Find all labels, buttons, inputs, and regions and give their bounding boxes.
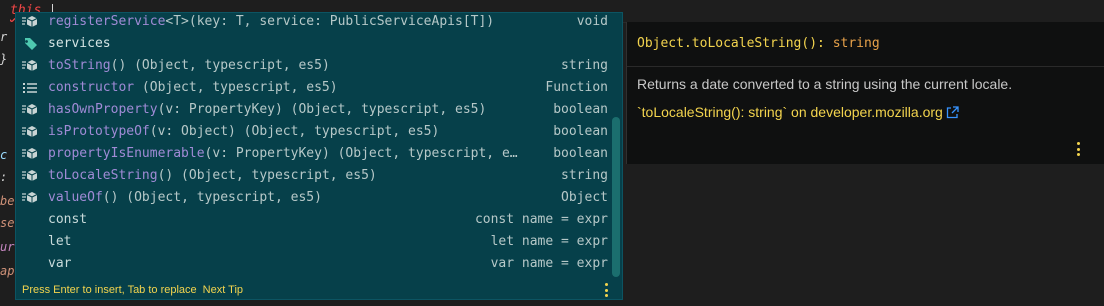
more-actions-icon[interactable] (605, 283, 608, 297)
suggestion-name: toLocaleString (48, 168, 158, 183)
suggestion-type: let name = expr (490, 234, 608, 249)
suggestion-item[interactable]: constructor (Object, typescript, es5) Fu… (16, 77, 622, 99)
status-text: Press Enter to insert, Tab to replace (22, 284, 197, 296)
suggestion-name: toString (48, 58, 111, 73)
suggestion-signature: () (Object, typescript, es5) (157, 168, 377, 183)
gutter-fragment: r (0, 30, 8, 44)
suggestion-type: boolean (553, 146, 608, 161)
suggestion-name: constructor (48, 80, 135, 95)
list-icon (22, 81, 38, 95)
gutter-fragment: c (0, 148, 8, 162)
suggestion-item[interactable]: registerService<T>(key: T, service: Publ… (16, 13, 622, 33)
suggestion-name: services (48, 36, 111, 51)
suggestion-item[interactable]: services (16, 33, 622, 55)
suggest-widget[interactable]: registerService<T>(key: T, service: Publ… (15, 12, 623, 300)
suggest-scrollbar[interactable] (612, 117, 620, 277)
gutter-fragment: se (0, 216, 15, 230)
suggestion-signature: (v: PropertyKey) (Object, typescript, es… (157, 102, 487, 117)
suggestion-item[interactable]: isPrototypeOf(v: Object) (Object, typesc… (16, 121, 622, 143)
signature-parens: (): (801, 36, 833, 51)
gutter-fragment: be (0, 194, 15, 208)
suggestion-item[interactable]: propertyIsEnumerable(v: PropertyKey) (Ob… (16, 143, 622, 165)
suggestion-type: Object (561, 190, 608, 205)
gutter-fragment: ur (0, 240, 15, 254)
signature-return-type: string (832, 36, 880, 51)
suggestion-type: boolean (553, 102, 608, 117)
suggestion-signature: (v: PropertyKey) (Object, typescript, e… (204, 146, 518, 161)
suggestion-name: let (48, 234, 72, 249)
suggest-status-bar: Press Enter to insert, Tab to replace Nex… (16, 279, 622, 299)
suggestion-signature: () (Object, typescript, es5) (110, 58, 330, 73)
suggestion-item-selected[interactable]: toLocaleString() (Object, typescript, es… (16, 165, 622, 187)
code-gutter: r } c : be se ur ap (0, 22, 16, 306)
method-cube-icon (22, 169, 38, 183)
suggestion-signature: <T>(key: T, service: PublicServiceApis[T… (165, 14, 495, 29)
suggestion-item[interactable]: hasOwnProperty(v: PropertyKey) (Object, … (16, 99, 622, 121)
suggestion-name: registerService (48, 14, 166, 29)
property-tag-icon (22, 37, 38, 51)
doc-link-text[interactable]: `toLocaleString(): string` on developer.… (637, 104, 943, 120)
suggestion-name: const (48, 212, 88, 227)
suggestion-type: var name = expr (490, 256, 608, 271)
gutter-fragment: : (0, 170, 8, 184)
suggestion-type: const name = expr (474, 212, 608, 227)
suggest-details-panel: Object.toLocaleString(): string Returns … (626, 22, 1104, 164)
suggestion-item[interactable]: toString() (Object, typescript, es5) str… (16, 55, 622, 77)
suggestion-signature: () (Object, typescript, es5) (102, 190, 322, 205)
next-tip-link[interactable]: Next Tip (203, 284, 243, 296)
suggestion-signature: (v: Object) (Object, typescript, es5) (149, 124, 440, 139)
method-cube-icon (22, 147, 38, 161)
external-link-icon[interactable] (946, 106, 959, 122)
method-cube-icon (22, 125, 38, 139)
gutter-fragment: ap (0, 264, 15, 278)
suggestion-item[interactable]: valueOf() (Object, typescript, es5) Obje… (16, 187, 622, 209)
suggestion-type: string (561, 58, 608, 73)
method-cube-icon (22, 191, 38, 205)
suggestion-name: isPrototypeOf (48, 124, 150, 139)
suggestion-item[interactable]: var var name = expr (16, 253, 622, 275)
signature: Object.toLocaleString(): string (637, 36, 880, 51)
suggestion-type: Function (545, 80, 608, 95)
method-cube-icon (22, 103, 38, 117)
suggestion-signature: (Object, typescript, es5) (134, 80, 338, 95)
suggestion-name: propertyIsEnumerable (48, 146, 205, 161)
suggestion-item[interactable]: const const name = expr (16, 209, 622, 231)
gutter-fragment: } (0, 52, 8, 66)
suggestion-name: var (48, 256, 72, 271)
suggestion-name: valueOf (48, 190, 103, 205)
suggestion-name: hasOwnProperty (48, 102, 158, 117)
method-cube-icon (22, 15, 38, 29)
details-more-icon[interactable] (1077, 142, 1080, 156)
suggestion-type: void (576, 14, 608, 29)
method-cube-icon (22, 59, 38, 73)
divider (627, 66, 1104, 67)
suggestion-type: boolean (553, 124, 608, 139)
description: Returns a date converted to a string usi… (637, 76, 1013, 92)
signature-name: Object.toLocaleString (637, 36, 802, 51)
mdn-doc-link[interactable]: `toLocaleString(): string` on developer.… (637, 104, 959, 122)
suggestion-item[interactable]: let let name = expr (16, 231, 622, 253)
suggestion-type: string (561, 168, 608, 183)
